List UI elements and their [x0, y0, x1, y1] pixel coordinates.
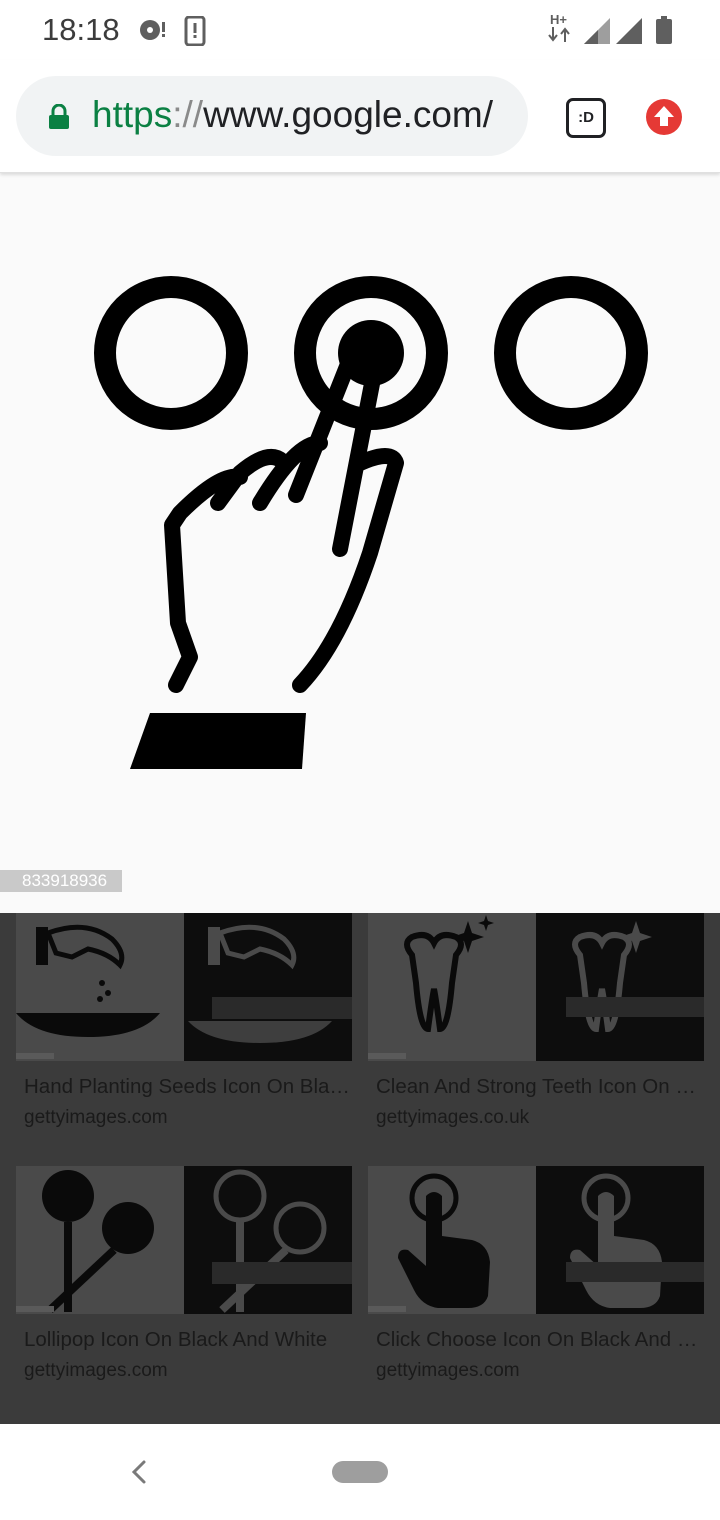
update-icon[interactable] [646, 99, 682, 135]
lock-icon [49, 104, 69, 129]
signal-icon [616, 18, 642, 44]
home-pill-icon[interactable] [332, 1461, 388, 1483]
result-title: Click Choose Icon On Black And White [376, 1328, 704, 1351]
result-thumbnail-alt[interactable] [184, 1166, 352, 1314]
result-source: gettyimages.com [376, 1360, 520, 1381]
result-thumbnail[interactable] [368, 1166, 536, 1314]
tab-switcher-icon[interactable]: :D [566, 98, 606, 138]
lollipop-icon [42, 1170, 154, 1313]
pointing-hand-icon [566, 1173, 704, 1308]
result-thumbnail-alt[interactable] [536, 1166, 704, 1314]
thumb-bar [368, 1053, 406, 1059]
result-thumbnail[interactable] [16, 1166, 184, 1314]
tooth-icon [566, 921, 704, 1033]
result-title: Hand Planting Seeds Icon On Black And Wh… [24, 1075, 352, 1098]
status-bar: 18:18 H+ [0, 0, 720, 60]
hand-pressing-button-icon [94, 276, 648, 769]
result-thumbnail-alt[interactable] [536, 913, 704, 1061]
result-source: gettyimages.co.uk [376, 1107, 530, 1128]
alert-icon [184, 16, 206, 46]
address-bar[interactable]: https://www.google.com/ [16, 76, 528, 156]
result-source: gettyimages.com [24, 1360, 168, 1381]
url-text[interactable]: https://www.google.com/ [92, 94, 522, 136]
result-title: Clean And Strong Teeth Icon On Black And… [376, 1075, 704, 1098]
pointing-hand-icon [398, 1173, 490, 1308]
network-label: H+ [550, 12, 567, 27]
thumb-bar [16, 1053, 54, 1059]
result-title: Lollipop Icon On Black And White [24, 1328, 328, 1351]
url-separator: :// [172, 94, 204, 135]
result-source: gettyimages.com [24, 1107, 168, 1128]
related-results: Hand Planting Seeds Icon On Black And Wh… [0, 913, 720, 1424]
lollipop-icon [212, 1169, 352, 1313]
browser-toolbar: https://www.google.com/ :D [0, 60, 720, 173]
hand-seeds-icon [188, 924, 352, 1043]
signal-icon [584, 18, 610, 44]
result-thumbnail-alt[interactable] [184, 913, 352, 1061]
result-thumbnail[interactable] [368, 913, 536, 1061]
result-thumbnail[interactable] [16, 913, 184, 1061]
navigation-bar [0, 1424, 720, 1520]
battery-icon [656, 16, 672, 44]
url-scheme: https [92, 94, 173, 135]
sync-icon [140, 20, 165, 40]
thumb-bar [16, 1306, 54, 1312]
image-viewer[interactable]: 833918936 [0, 173, 720, 913]
url-host: www.google.com/ [203, 94, 494, 135]
back-icon[interactable] [126, 1458, 152, 1486]
data-transfer-icon [548, 27, 570, 42]
hand-seeds-icon [16, 924, 160, 1037]
tooth-icon [404, 915, 494, 1033]
status-time: 18:18 [42, 12, 120, 47]
image-id-label: 833918936 [0, 870, 122, 892]
thumb-bar [368, 1306, 406, 1312]
